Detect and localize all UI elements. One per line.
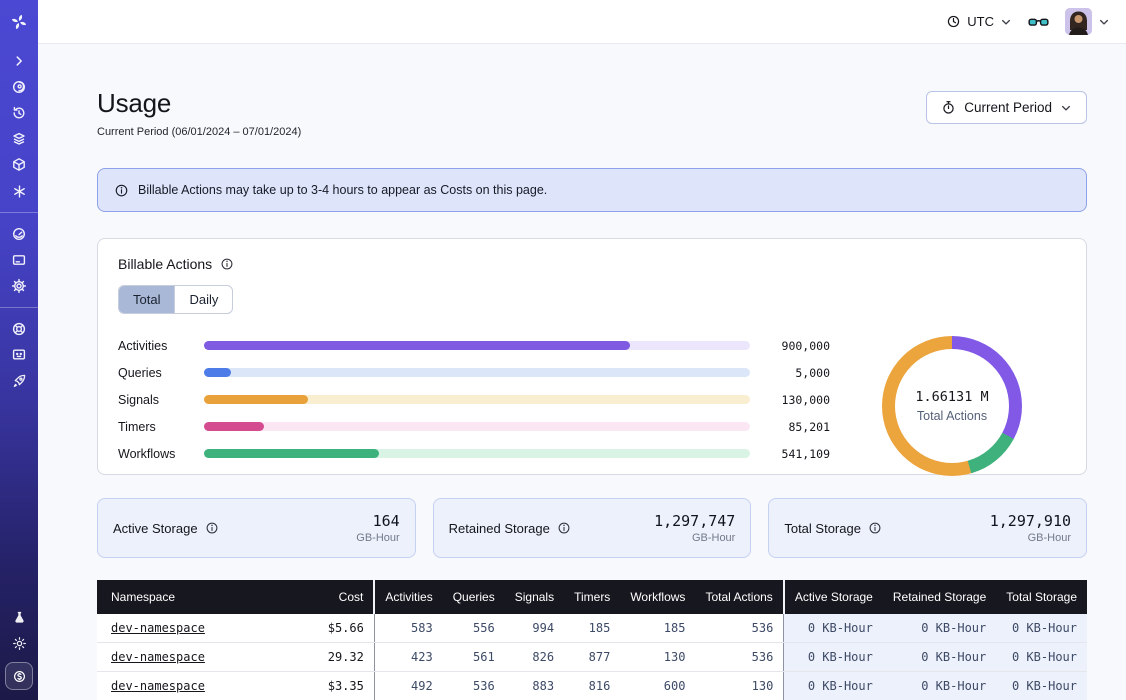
info-icon xyxy=(205,521,219,535)
temporal-logo-icon[interactable] xyxy=(0,8,38,36)
active-storage-value: 164 xyxy=(356,512,399,530)
retained-storage-value: 1,297,747 xyxy=(654,512,735,530)
table-header-row: Namespace Cost Activities Queries Signal… xyxy=(97,580,1087,614)
period-dropdown-button[interactable]: Current Period xyxy=(926,91,1087,124)
billing-card-icon[interactable] xyxy=(0,247,38,273)
donut-total-label: Total Actions xyxy=(917,409,987,423)
namespace-usage-table: Namespace Cost Activities Queries Signal… xyxy=(97,580,1087,700)
bar-row-workflows: Workflows 541,109 xyxy=(118,448,830,459)
sidebar-divider xyxy=(0,307,38,308)
table-row: dev-namespace $3.35 492 536 883 816 600 … xyxy=(97,672,1087,700)
timezone-label: UTC xyxy=(967,14,994,29)
chevron-down-icon xyxy=(1000,16,1012,28)
sun-icon[interactable] xyxy=(0,630,38,656)
timezone-selector[interactable]: UTC xyxy=(946,14,1012,29)
retained-storage-card: Retained Storage 1,297,747 GB-Hour xyxy=(433,498,752,558)
billable-actions-card: Billable Actions Total Daily Activities … xyxy=(97,238,1087,475)
clock-icon xyxy=(946,14,961,29)
namespace-link[interactable]: dev-namespace xyxy=(111,679,205,693)
info-icon xyxy=(868,521,882,535)
rocket-icon[interactable] xyxy=(0,368,38,394)
eye-swirl-icon[interactable] xyxy=(0,74,38,100)
bar-row-timers: Timers 85,201 xyxy=(118,421,830,432)
info-icon xyxy=(114,183,129,198)
chevron-down-icon xyxy=(1098,16,1110,28)
glasses-icon[interactable] xyxy=(1028,14,1049,30)
billable-actions-title: Billable Actions xyxy=(118,256,212,272)
page-title: Usage xyxy=(97,88,301,119)
tab-total[interactable]: Total xyxy=(119,286,175,313)
namespace-link[interactable]: dev-namespace xyxy=(111,621,205,635)
period-button-label: Current Period xyxy=(964,100,1052,115)
topbar: UTC xyxy=(38,0,1126,44)
tab-daily[interactable]: Daily xyxy=(175,286,232,313)
bar-row-signals: Signals 130,000 xyxy=(118,394,830,405)
avatar[interactable] xyxy=(1065,8,1092,35)
dollar-coin-icon xyxy=(12,669,27,684)
bar-row-queries: Queries 5,000 xyxy=(118,367,830,378)
billable-actions-tabs: Total Daily xyxy=(118,285,233,314)
asterisk-icon[interactable] xyxy=(0,178,38,204)
account-menu[interactable] xyxy=(1065,8,1110,35)
usage-billing-active-item[interactable] xyxy=(5,662,33,690)
info-icon xyxy=(220,257,234,271)
active-storage-card: Active Storage 164 GB-Hour xyxy=(97,498,416,558)
info-banner: Billable Actions may take up to 3-4 hour… xyxy=(97,168,1087,212)
banner-text: Billable Actions may take up to 3-4 hour… xyxy=(138,183,547,197)
history-clock-icon[interactable] xyxy=(0,100,38,126)
cube-icon[interactable] xyxy=(0,152,38,178)
storage-cards: Active Storage 164 GB-Hour Retained Stor… xyxy=(97,498,1087,558)
table-row: dev-namespace $5.66 583 556 994 185 185 … xyxy=(97,614,1087,643)
lifebuoy-icon[interactable] xyxy=(0,316,38,342)
billable-actions-chart: Activities 900,000 Queries 5,000 Signals… xyxy=(118,336,1066,476)
layers-icon[interactable] xyxy=(0,126,38,152)
namespace-link[interactable]: dev-namespace xyxy=(111,650,205,664)
page-subtitle: Current Period (06/01/2024 – 07/01/2024) xyxy=(97,126,301,138)
table-row: dev-namespace 29.32 423 561 826 877 130 … xyxy=(97,643,1087,672)
flask-icon[interactable] xyxy=(0,604,38,630)
gear-icon[interactable] xyxy=(0,273,38,299)
bar-row-activities: Activities 900,000 xyxy=(118,340,830,351)
total-storage-value: 1,297,910 xyxy=(990,512,1071,530)
total-storage-card: Total Storage 1,297,910 GB-Hour xyxy=(768,498,1087,558)
chevron-down-icon xyxy=(1060,102,1072,114)
expand-chevron-right-icon[interactable] xyxy=(0,48,38,74)
stopwatch-icon xyxy=(941,100,956,115)
sidebar xyxy=(0,0,38,700)
monitor-face-icon[interactable] xyxy=(0,342,38,368)
gauge-icon[interactable] xyxy=(0,221,38,247)
usage-page: Usage Current Period (06/01/2024 – 07/01… xyxy=(38,44,1126,700)
donut-total-value: 1.66131 M xyxy=(915,389,988,405)
total-actions-donut: 1.66131 M Total Actions xyxy=(882,336,1022,476)
info-icon xyxy=(557,521,571,535)
sidebar-divider xyxy=(0,212,38,213)
